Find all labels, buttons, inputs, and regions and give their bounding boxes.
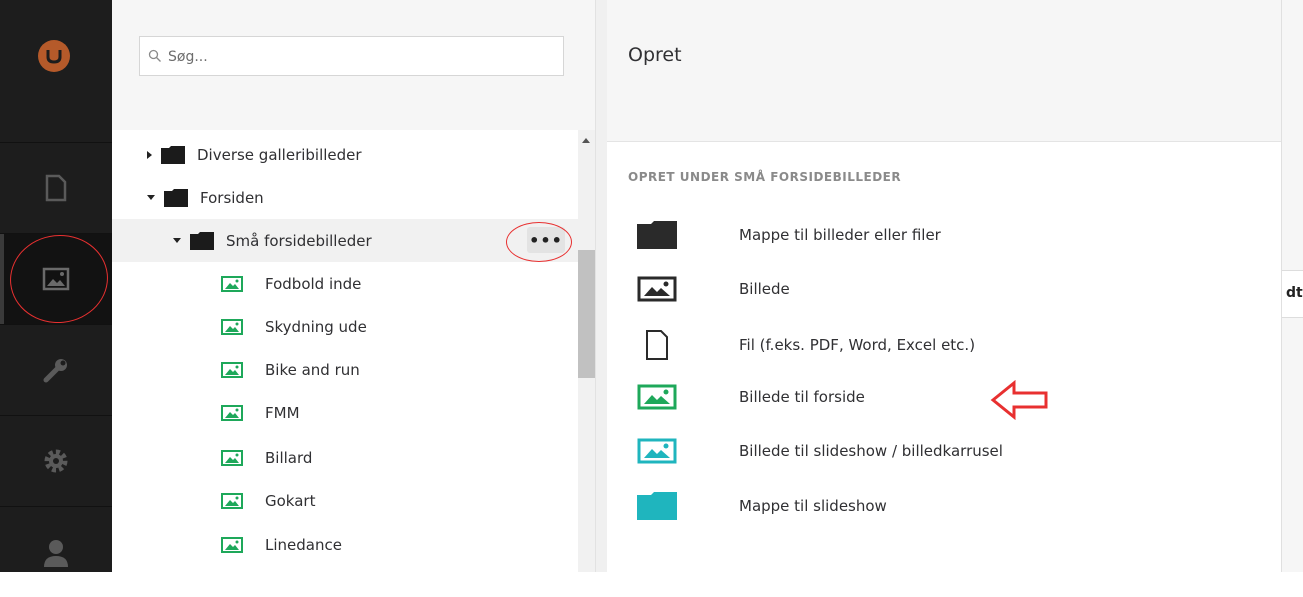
image-icon — [221, 275, 243, 292]
document-icon — [45, 174, 67, 202]
create-option-image[interactable]: Billede — [637, 264, 1237, 314]
image-icon — [221, 492, 243, 509]
section-label: OPRET UNDER SMÅ FORSIDEBILLEDER — [628, 170, 902, 184]
user-icon — [44, 540, 68, 567]
section-sidebar — [0, 0, 113, 572]
image-icon — [637, 438, 677, 464]
gear-icon — [44, 449, 68, 473]
caret-down-icon[interactable] — [173, 238, 181, 243]
image-icon — [221, 361, 243, 378]
scroll-up-arrow-icon[interactable] — [582, 138, 590, 143]
sidebar-item-developer[interactable] — [0, 416, 112, 506]
tree-item-skydning-ude[interactable]: Skydning ude — [112, 305, 578, 348]
right-edge-field[interactable]: dt — [1282, 270, 1303, 318]
image-icon — [221, 404, 243, 421]
section-tree: Diverse galleribilleder Forsiden Små for… — [112, 0, 595, 572]
wrench-icon — [43, 359, 67, 383]
section-create-panel: Opret OPRET UNDER SMÅ FORSIDEBILLEDER Ma… — [607, 0, 1281, 572]
tree-item-fodbold-inde[interactable]: Fodbold inde — [112, 262, 578, 305]
create-option-folder[interactable]: Mappe til billeder eller filer — [637, 210, 1237, 260]
create-option-label: Billede til slideshow / billedkarrusel — [739, 442, 1003, 460]
create-option-slideshow-image[interactable]: Billede til slideshow / billedkarrusel — [637, 426, 1237, 476]
panel-divider[interactable] — [595, 0, 607, 572]
tree-item-label: Små forsidebilleder — [226, 231, 372, 250]
umbraco-logo-icon[interactable] — [38, 40, 70, 72]
tree-item-label: FMM — [265, 403, 300, 422]
tree-item-linedance[interactable]: Linedance — [112, 523, 578, 566]
caret-right-icon[interactable] — [147, 150, 152, 159]
sidebar-item-settings[interactable] — [0, 325, 112, 415]
search-input[interactable] — [166, 45, 550, 69]
folder-icon — [190, 231, 214, 250]
annotation-circle-actions — [506, 222, 572, 262]
tree-item-label: Gokart — [265, 491, 316, 510]
image-icon — [637, 384, 677, 410]
tree-item-forsiden[interactable]: Forsiden — [112, 176, 578, 219]
tree-scrollbar[interactable] — [578, 130, 595, 572]
create-option-label: Billede — [739, 280, 790, 298]
tree-item-label: Forsiden — [200, 188, 264, 207]
tree-item-diverse-galleribilleder[interactable]: Diverse galleribilleder — [112, 133, 578, 176]
panel-title: Opret — [628, 44, 682, 66]
right-edge-panel: dt — [1281, 0, 1303, 572]
sidebar-item-content[interactable] — [0, 143, 112, 233]
create-option-label: Fil (f.eks. PDF, Word, Excel etc.) — [739, 336, 976, 354]
folder-icon — [637, 492, 677, 520]
create-option-label: Billede til forside — [739, 388, 865, 406]
tree-item-label: Billard — [265, 448, 313, 467]
image-icon — [221, 449, 243, 466]
file-icon — [646, 330, 668, 360]
image-icon — [637, 276, 677, 302]
image-icon — [221, 318, 243, 335]
search-bar — [112, 0, 595, 130]
tree-item-gokart[interactable]: Gokart — [112, 479, 578, 522]
create-option-label: Mappe til billeder eller filer — [739, 226, 941, 244]
folder-icon — [164, 188, 188, 207]
search-icon — [148, 49, 161, 62]
tree-item-label: Bike and run — [265, 360, 360, 379]
annotation-arrow-left-icon — [990, 380, 1048, 420]
sidebar-item-users[interactable] — [0, 507, 112, 597]
image-icon — [221, 536, 243, 553]
tree-item-label: Diverse galleribilleder — [197, 145, 362, 164]
tree-item-label: Skydning ude — [265, 317, 367, 336]
search-box[interactable] — [139, 36, 564, 76]
scrollbar-thumb[interactable] — [578, 250, 595, 378]
create-option-frontpage-image[interactable]: Billede til forside — [637, 372, 1237, 422]
tree-item-fmm[interactable]: FMM — [112, 391, 578, 434]
caret-down-icon[interactable] — [147, 195, 155, 200]
folder-icon — [637, 221, 677, 249]
tree-item-smaa-forsidebilleder[interactable]: Små forsidebilleder ••• — [112, 219, 578, 262]
tree-item-label: Fodbold inde — [265, 274, 362, 293]
tree-item-bike-and-run[interactable]: Bike and run — [112, 348, 578, 391]
create-option-slideshow-folder[interactable]: Mappe til slideshow — [637, 481, 1237, 531]
folder-icon — [161, 145, 185, 164]
create-option-label: Mappe til slideshow — [739, 497, 887, 515]
tree-item-label: Linedance — [265, 535, 342, 554]
tree-item-billard[interactable]: Billard — [112, 436, 578, 479]
panel-header: Opret — [607, 0, 1281, 142]
create-option-file[interactable]: Fil (f.eks. PDF, Word, Excel etc.) — [637, 320, 1237, 370]
